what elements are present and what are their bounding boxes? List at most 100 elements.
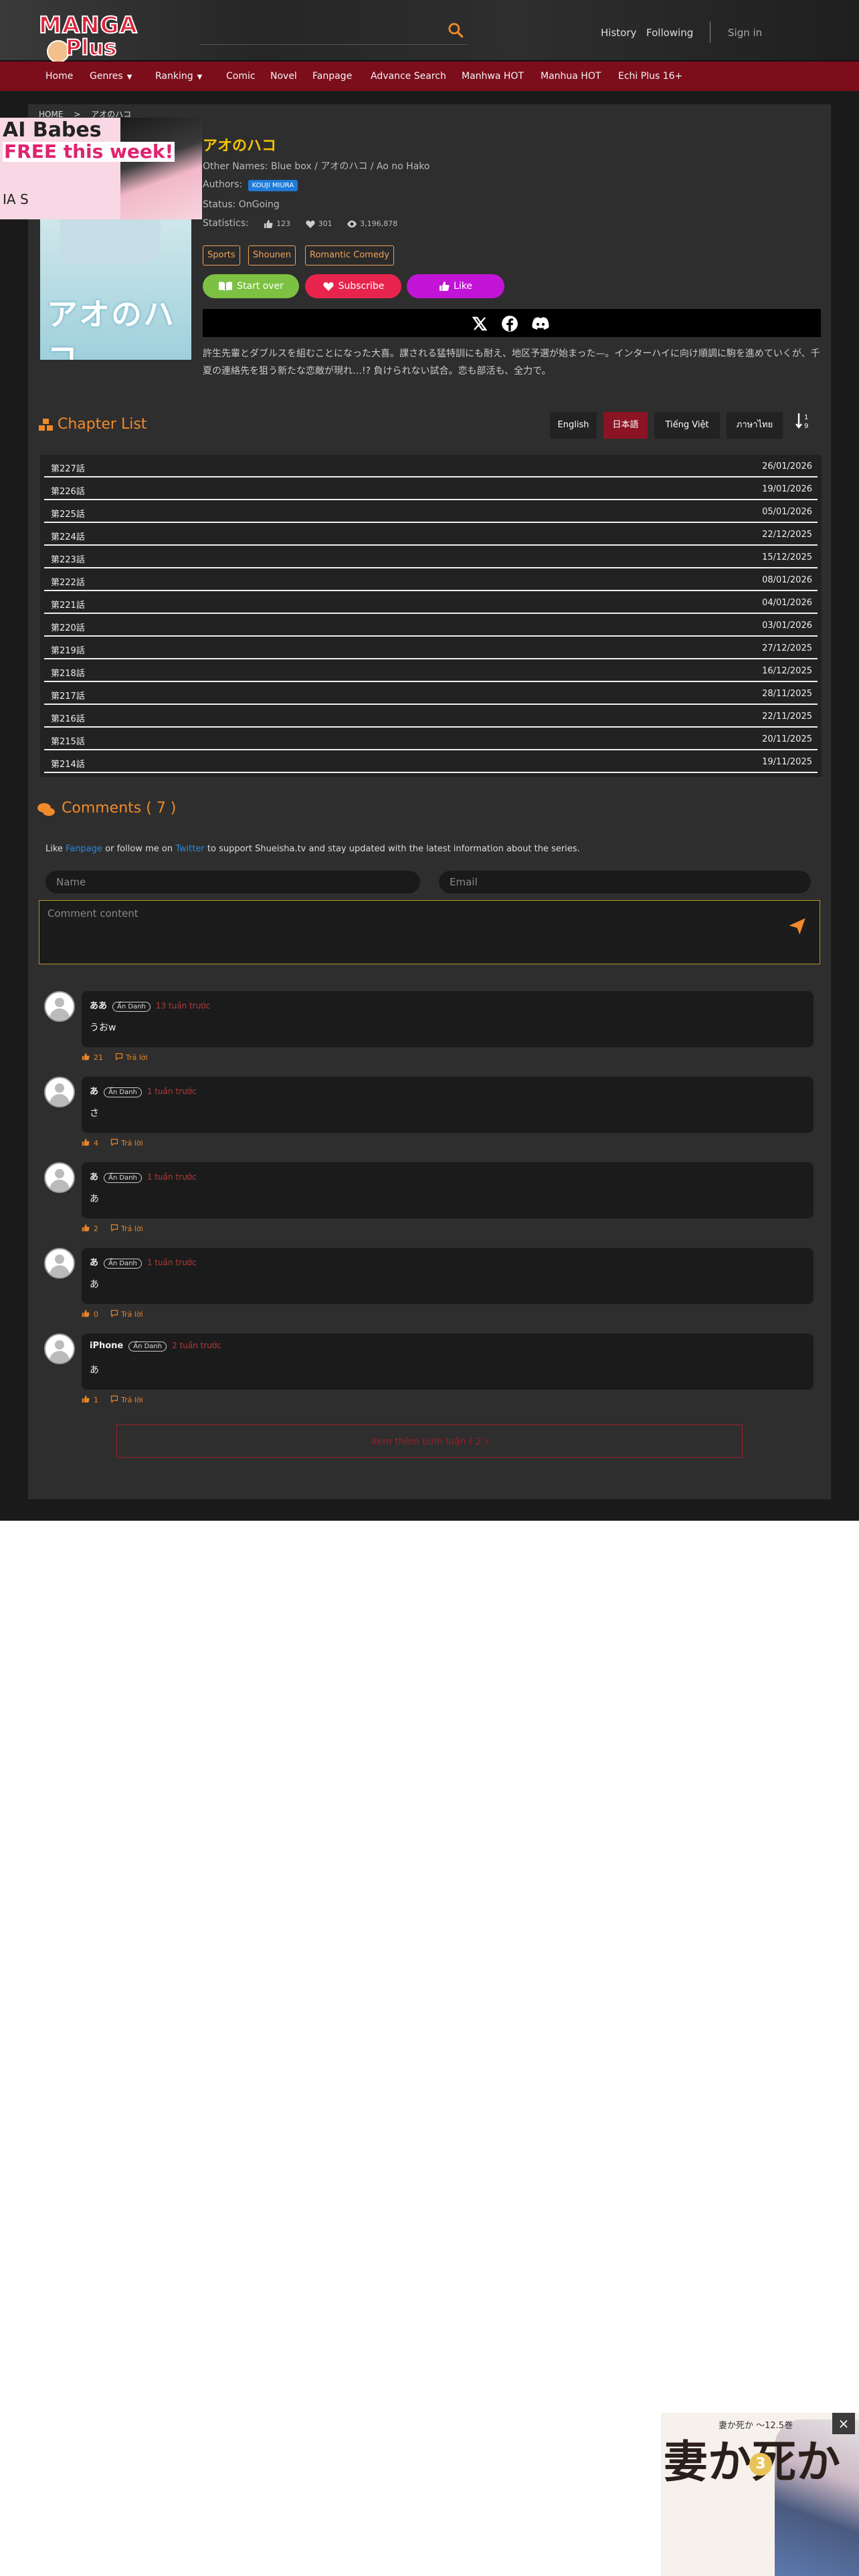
tab-thai[interactable]: ภาษาไทย [727,412,783,439]
comment-like-count: 4 [94,1139,98,1148]
chapter-name[interactable]: 第223話 [51,552,85,565]
comment-reply-button[interactable]: Trả lời [110,1224,143,1233]
tab-vietnamese[interactable]: Tiếng Việt [654,412,720,439]
follow-middle: or follow me on [102,844,176,854]
avatar-head [55,1169,64,1178]
comment-bubble: iPhone Ẩn Danh 2 tuần trước あ [82,1333,814,1390]
chapter-row[interactable]: 第225話 05/01/2026 [44,500,818,523]
comment-like-button[interactable]: 21 [82,1053,103,1062]
nav-comic[interactable]: Comic [226,71,256,82]
x-twitter-icon[interactable] [472,316,488,332]
ad-close-button[interactable]: × [832,2413,855,2434]
comment-reply-button[interactable]: Trả lời [110,1138,143,1148]
chapter-row[interactable]: 第214話 19/11/2025 [44,750,818,773]
speech-bubble-icon [110,1224,118,1232]
comment-like-button[interactable]: 0 [82,1309,98,1319]
top-header: MANGA Plus History Following Sign in [0,0,859,63]
nav-manhwa-hot[interactable]: Manhwa HOT [462,71,524,82]
chapter-row[interactable]: 第226話 19/01/2026 [44,477,818,500]
anonymous-badge: Ẩn Danh [112,1002,151,1012]
chapter-date: 19/11/2025 [762,757,812,767]
start-over-button[interactable]: Start over [203,274,299,298]
nav-home[interactable]: Home [45,71,73,82]
nav-novel[interactable]: Novel [270,71,297,82]
chapter-date: 20/11/2025 [762,734,812,744]
sort-order-icon[interactable]: 1 9 [795,412,812,431]
comment-like-button[interactable]: 4 [82,1138,98,1148]
history-link[interactable]: History [601,27,636,39]
chapter-name[interactable]: 第225話 [51,507,85,520]
chapter-name[interactable]: 第224話 [51,530,85,542]
genre-tag[interactable]: Romantic Comedy [305,245,394,265]
avatar-body [50,1094,70,1106]
tab-english[interactable]: English [550,412,597,439]
ad-banner-left[interactable]: AI Babes FREE this week! IA S [0,118,202,219]
comment-reply-button[interactable]: Trả lời [110,1309,143,1319]
nav-echi-plus[interactable]: Echi Plus 16+ [618,71,682,82]
chapter-row[interactable]: 第227話 26/01/2026 [44,455,818,477]
chapter-name[interactable]: 第216話 [51,712,85,724]
chapter-name[interactable]: 第222話 [51,575,85,588]
chapter-row[interactable]: 第218話 16/12/2025 [44,659,818,682]
thumbs-up-icon [82,1053,90,1061]
site-logo[interactable]: MANGA Plus [38,11,139,63]
like-button[interactable]: Like [407,274,504,298]
fanpage-link[interactable]: Fanpage [66,844,102,854]
load-more-comments-button[interactable]: Xem thêm bình luận ( 2 ) [116,1424,743,1458]
chapter-name[interactable]: 第227話 [51,461,85,474]
ad-banner-bottom-right[interactable]: 妻か死か ～12.5巻 妻か死か 3 [661,2413,859,2576]
nav-manhua-hot[interactable]: Manhua HOT [541,71,601,82]
nav-ranking[interactable]: Ranking ▼ [155,71,202,82]
chapter-name[interactable]: 第217話 [51,689,85,702]
discord-icon[interactable] [532,316,549,331]
comment-like-button[interactable]: 2 [82,1224,98,1233]
subscribe-button[interactable]: Subscribe [305,274,401,298]
chapter-row[interactable]: 第220話 03/01/2026 [44,614,818,637]
chapter-date: 27/12/2025 [762,643,812,653]
comment-bubble: あ Ẩn Danh 1 tuần trước あ [82,1248,814,1304]
name-field[interactable] [45,871,420,893]
chapter-name[interactable]: 第219話 [51,643,85,656]
chapter-row[interactable]: 第213話17/11/2025 [44,773,818,777]
ad-left-line2: FREE this week! [3,140,175,163]
chapter-row[interactable]: 第216話 22/11/2025 [44,705,818,728]
comment-reply-button[interactable]: Trả lời [115,1053,148,1062]
comment-reply-button[interactable]: Trả lời [110,1395,143,1404]
chapter-name[interactable]: 第214話 [51,757,85,770]
following-link[interactable]: Following [646,27,693,39]
chapter-row[interactable]: 第221話 04/01/2026 [44,591,818,614]
chapter-row[interactable]: 第215話 20/11/2025 [44,728,818,750]
comment-item: ああ Ẩn Danh 13 tuần trước うおw 21 Trả lời [44,991,814,1070]
chapter-row[interactable]: 第222話 08/01/2026 [44,568,818,591]
chapter-row[interactable]: 第217話 28/11/2025 [44,682,818,705]
authors-label: Authors: [203,179,243,190]
chapter-name[interactable]: 第226話 [51,484,85,497]
twitter-link[interactable]: Twitter [175,844,205,854]
genre-tag[interactable]: Shounen [248,245,296,265]
nav-fanpage[interactable]: Fanpage [312,71,352,82]
chapter-row[interactable]: 第219話 27/12/2025 [44,637,818,659]
tab-japanese[interactable]: 日本語 [603,412,648,439]
comment-like-button[interactable]: 1 [82,1395,98,1404]
comment-author: ああ [90,1001,108,1011]
chapter-row[interactable]: 第224話 22/12/2025 [44,523,818,546]
chapter-name[interactable]: 第220話 [51,621,85,633]
send-icon[interactable] [788,918,807,935]
email-field[interactable] [439,871,811,893]
author-tag[interactable]: KOUJI MIURA [248,180,298,191]
start-over-label: Start over [237,281,284,292]
signin-link[interactable]: Sign in [728,27,762,39]
chapter-name[interactable]: 第221話 [51,598,85,611]
chapter-row[interactable]: 第223話 15/12/2025 [44,546,818,568]
comment-author: あ [90,1258,99,1268]
nav-advance-search[interactable]: Advance Search [371,71,446,82]
search-icon[interactable] [447,21,464,39]
chapter-name[interactable]: 第218話 [51,666,85,679]
genre-tag[interactable]: Sports [203,245,240,265]
search-input[interactable] [201,20,468,45]
facebook-icon[interactable] [501,315,518,332]
comment-time: 1 tuần trước [147,1087,197,1096]
comment-content-field[interactable] [39,900,820,964]
nav-genres[interactable]: Genres ▼ [90,71,132,82]
chapter-name[interactable]: 第215話 [51,734,85,747]
